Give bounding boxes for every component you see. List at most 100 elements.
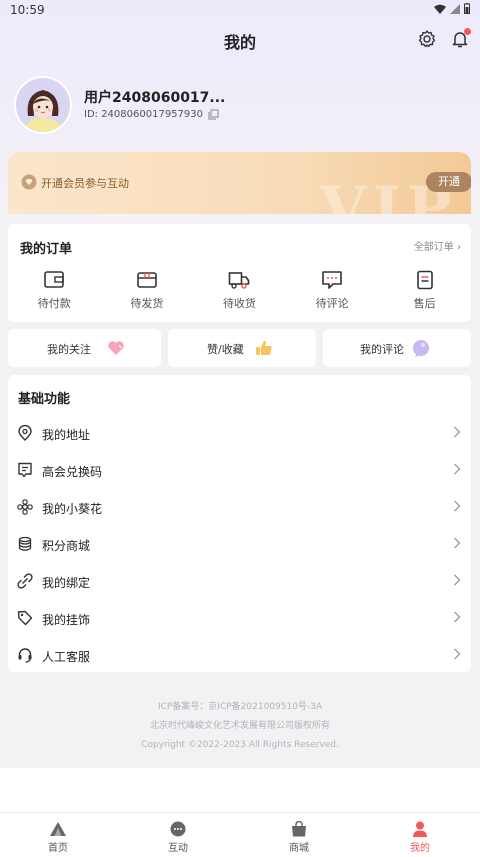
menu-item-label: 我的地址	[42, 428, 91, 442]
menu-item-customer-service[interactable]: 人工客服	[8, 637, 471, 674]
quick-label: 赞/收藏	[207, 343, 244, 356]
flower-icon	[17, 499, 33, 515]
status-bar: 10:59	[0, 0, 480, 20]
menu-item-address[interactable]: 我的地址	[8, 415, 471, 452]
my-comments-card[interactable]: 我的评论	[323, 329, 471, 367]
chevron-right-icon	[454, 574, 461, 586]
headset-icon	[18, 648, 32, 663]
ticket-icon	[18, 462, 32, 478]
profile-section[interactable]: 用户2408060017... ID: 2408060017957930	[14, 76, 464, 134]
quick-label: 我的关注	[47, 343, 91, 356]
coins-icon	[18, 536, 32, 551]
chevron-right-icon	[454, 426, 461, 438]
orders-card: 我的订单 全部订单 › 待付款 待发货 待收货 待评论 售后	[8, 224, 471, 322]
company-text: 北京时代峰峻文化艺术发展有限公司版权所有	[149, 721, 330, 731]
aftersale-icon	[416, 270, 433, 290]
avatar[interactable]	[14, 76, 72, 134]
gear-icon	[418, 30, 436, 48]
legal-footer: ICP备案号：京ICP备2021009510号-3A 北京时代峰峻文化艺术发展有…	[0, 698, 480, 755]
bottom-spacer	[0, 768, 480, 812]
status-time: 10:59	[10, 3, 45, 17]
chevron-right-icon	[454, 611, 461, 623]
top-header: 我的	[0, 22, 480, 56]
battery-icon	[464, 3, 470, 14]
menu-item-sunflower[interactable]: 我的小葵花	[8, 489, 471, 526]
tab-mine[interactable]: 我的	[390, 821, 450, 854]
user-id-text: ID: 2408060017957930	[84, 109, 203, 120]
basic-functions-card: 基础功能 我的地址 高会兑换码 我的小葵花 积分商城 我的绑定 我的挂饰 人工客…	[8, 375, 471, 672]
chevron-right-icon: ›	[457, 242, 461, 253]
order-pending-shipment[interactable]: 待发货	[101, 270, 194, 311]
notification-dot	[464, 28, 471, 35]
order-after-sale[interactable]: 售后	[378, 270, 471, 311]
menu-item-redeem-code[interactable]: 高会兑换码	[8, 452, 471, 489]
menu-item-decorations[interactable]: 我的挂饰	[8, 600, 471, 637]
comment-icon	[322, 271, 342, 289]
heart-icon	[108, 341, 124, 355]
orders-title: 我的订单	[20, 242, 73, 257]
vip-diamond-icon	[21, 174, 37, 190]
profile-icon	[413, 821, 427, 837]
tab-label: 互动	[168, 843, 188, 854]
wifi-icon	[434, 4, 446, 14]
tab-label: 我的	[410, 843, 430, 854]
vip-open-button[interactable]: 开通	[426, 172, 471, 192]
package-icon	[137, 272, 157, 288]
all-orders-link[interactable]: 全部订单 ›	[414, 238, 461, 253]
menu-item-label: 我的挂饰	[42, 613, 91, 627]
user-name: 用户2408060017...	[84, 90, 226, 106]
shop-bag-icon	[292, 821, 306, 837]
chevron-right-icon	[454, 537, 461, 549]
order-pending-review[interactable]: 待评论	[286, 270, 379, 311]
interact-icon	[170, 821, 186, 837]
order-status-label: 待发货	[130, 297, 164, 310]
wallet-icon	[44, 271, 65, 288]
thumbs-up-icon	[256, 340, 272, 355]
signal-icon	[450, 3, 460, 14]
bottom-tab-bar: 首页 互动 商城 我的	[0, 812, 480, 857]
chevron-right-icon	[454, 463, 461, 475]
icp-text: ICP备案号：京ICP备2021009510号-3A	[157, 702, 323, 712]
menu-item-points-mall[interactable]: 积分商城	[8, 526, 471, 563]
copy-icon[interactable]	[208, 109, 219, 120]
home-icon	[50, 822, 66, 836]
order-pending-payment[interactable]: 待付款	[8, 270, 101, 311]
copyright-text: Copyright ©2022-2023 All Rights Reserved…	[141, 740, 339, 750]
my-follows-card[interactable]: 我的关注	[8, 329, 161, 367]
settings-button[interactable]	[417, 29, 437, 49]
menu-item-label: 我的小葵花	[42, 502, 103, 516]
status-icons	[434, 3, 470, 14]
notification-button[interactable]	[450, 28, 471, 49]
tag-icon	[17, 610, 33, 626]
avatar-girl-icon	[16, 78, 70, 132]
user-id: ID: 2408060017957930	[84, 109, 219, 120]
likes-favorites-card[interactable]: 赞/收藏	[168, 329, 316, 367]
link-icon	[17, 573, 33, 589]
tab-label: 商城	[289, 843, 309, 854]
chevron-right-icon	[454, 500, 461, 512]
menu-item-label: 积分商城	[42, 539, 91, 553]
menu-item-label: 我的绑定	[42, 576, 91, 590]
tab-shop[interactable]: 商城	[269, 821, 329, 854]
menu-item-binding[interactable]: 我的绑定	[8, 563, 471, 600]
chevron-right-icon	[454, 648, 461, 660]
location-icon	[18, 425, 32, 441]
order-pending-receipt[interactable]: 待收货	[193, 270, 286, 311]
order-status-label: 售后	[413, 297, 436, 310]
chat-bubble-icon	[413, 340, 429, 357]
tab-label: 首页	[48, 843, 68, 854]
all-orders-label: 全部订单	[413, 242, 454, 253]
order-status-label: 待收货	[222, 297, 256, 310]
menu-item-label: 高会兑换码	[42, 465, 103, 479]
vip-banner[interactable]: VIP 开通会员参与互动 开通	[8, 152, 471, 214]
menu-item-label: 人工客服	[42, 650, 91, 664]
truck-icon	[229, 272, 250, 289]
quick-label: 我的评论	[360, 343, 404, 356]
page-title: 我的	[223, 33, 256, 52]
tab-home[interactable]: 首页	[28, 821, 88, 854]
order-status-label: 待评论	[315, 297, 349, 310]
basic-functions-title: 基础功能	[18, 392, 71, 407]
order-status-list: 待付款 待发货 待收货 待评论 售后	[8, 270, 471, 311]
tab-interact[interactable]: 互动	[148, 821, 208, 854]
vip-promo-text: 开通会员参与互动	[41, 177, 129, 190]
